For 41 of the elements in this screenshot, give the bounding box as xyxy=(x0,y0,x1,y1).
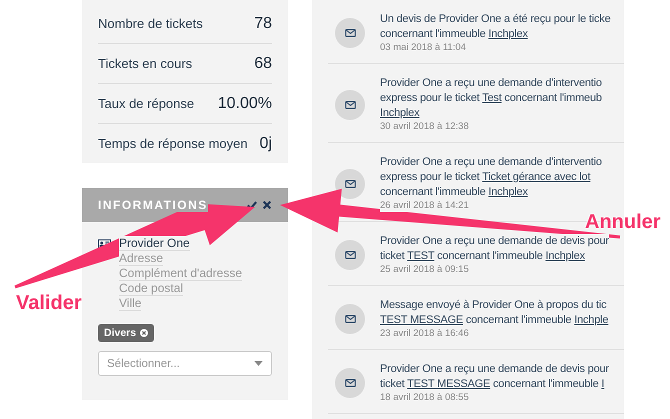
message-text: Provider One a reçu une demande de devis pour ticket TEST MESSAGE concernant l'immeuble I xyxy=(380,362,609,392)
caret-icon xyxy=(254,361,263,366)
mail-icon xyxy=(335,168,365,198)
tag: Divers xyxy=(98,324,154,342)
check-icon[interactable] xyxy=(247,200,257,210)
message-text: Message envoyé à Provider One à propos du tic TEST MESSAGE concernant l'immeuble Inchple xyxy=(380,298,608,328)
link[interactable]: Test xyxy=(482,92,502,104)
stat-label: Tickets en cours xyxy=(98,56,192,71)
mail-icon xyxy=(335,240,365,270)
annotation-label: Annuler xyxy=(585,211,661,234)
mail-icon xyxy=(335,304,365,334)
panel-title: INFORMATIONS xyxy=(98,198,208,212)
stat-value: 10.00% xyxy=(218,94,272,112)
link[interactable]: Inchplex xyxy=(488,28,528,40)
stat-value: 78 xyxy=(254,14,272,32)
message-date: 26 avril 2018 à 14:21 xyxy=(380,200,469,212)
stat-label: Taux de réponse xyxy=(98,96,194,111)
mail-icon xyxy=(335,90,365,120)
link[interactable]: Inchplex xyxy=(488,186,528,198)
message-text: Provider One a reçu une demande d'interventio express pour le ticket Test concernant l'immeub Inchplex xyxy=(380,76,602,121)
link[interactable]: Inchple xyxy=(574,314,608,326)
mail-icon xyxy=(335,18,365,48)
name-field[interactable]: Provider One xyxy=(119,236,190,251)
close-icon[interactable] xyxy=(262,200,272,210)
message-text: Un devis de Provider One a été reçu pour le ticke concernant l'immeuble Inchplex xyxy=(380,12,610,42)
link[interactable]: Inchplex xyxy=(546,250,585,262)
link[interactable]: TEST MESSAGE xyxy=(380,314,463,326)
link[interactable]: TEST MESSAGE xyxy=(407,378,490,390)
message-text: Provider One a reçu une demande de devis pour ticket TEST concernant l'immeuble Inchplex xyxy=(380,234,609,264)
stat-value: 68 xyxy=(254,54,272,72)
mail-icon xyxy=(335,368,365,398)
message-text: Provider One a reçu une demande d'interventio express pour le ticket Ticket gérance avec lot concernant l'immeuble Inchplex xyxy=(380,155,602,200)
remove-icon[interactable] xyxy=(140,329,148,337)
annotation-label: Valider xyxy=(16,292,82,315)
link[interactable]: I xyxy=(601,378,604,390)
stat-label: Temps de réponse moyen xyxy=(98,136,248,151)
stat-value: 0j xyxy=(260,134,272,152)
link[interactable]: TEST xyxy=(407,250,434,262)
stat-label: Nombre de tickets xyxy=(98,16,203,31)
link[interactable]: Ticket gérance avec lot xyxy=(482,171,590,183)
link[interactable]: Inchplex xyxy=(380,107,420,119)
